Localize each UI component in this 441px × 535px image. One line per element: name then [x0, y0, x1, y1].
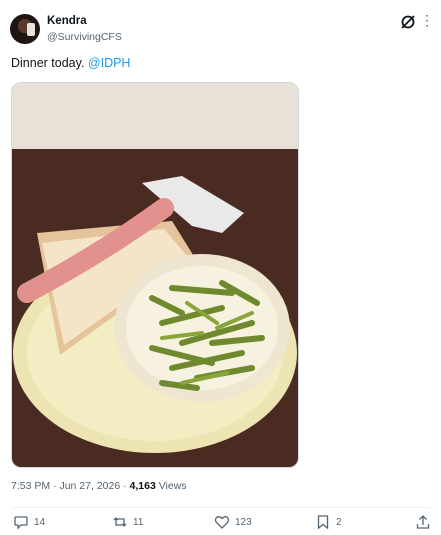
photo-counter	[12, 83, 298, 153]
like-count: 123	[235, 516, 252, 528]
more-icon[interactable]: ⋮	[420, 13, 434, 27]
divider	[11, 507, 431, 508]
reply-count: 14	[34, 516, 46, 528]
author-name[interactable]: Kendra	[47, 15, 87, 27]
reply-button[interactable]: 14	[13, 514, 45, 530]
retweet-icon	[113, 517, 127, 527]
share-icon	[416, 515, 430, 529]
tweet-body: Dinner today.	[11, 56, 85, 70]
bookmark-count: 2	[336, 516, 342, 528]
photo-dinner-tray	[12, 83, 298, 467]
share-button[interactable]	[415, 514, 431, 530]
bookmark-icon	[317, 515, 329, 530]
reply-icon	[14, 516, 28, 530]
retweet-button[interactable]: 11	[112, 514, 143, 530]
photo-bowl-inner	[126, 266, 278, 390]
mention-link[interactable]: @IDPH	[88, 56, 131, 70]
views-label: Views	[158, 480, 187, 492]
action-bar: 14 11 123 2	[11, 514, 431, 534]
grok-icon[interactable]	[399, 13, 417, 31]
like-icon	[214, 516, 230, 529]
tweet-date[interactable]: Jun 27, 2026	[59, 480, 120, 492]
views-count: 4,163	[129, 480, 156, 492]
avatar[interactable]	[10, 14, 40, 44]
like-button[interactable]: 123	[214, 514, 252, 530]
retweet-count: 11	[133, 516, 144, 528]
tweet-text: Dinner today. @IDPH	[11, 56, 130, 70]
bookmark-button[interactable]: 2	[315, 514, 342, 530]
tweet-meta: 7:53 PM · Jun 27, 2026 · 4,163 Views	[11, 480, 187, 492]
tweet: Kendra @SurvivingCFS ⋮ Dinner today. @ID…	[0, 0, 441, 535]
author-handle[interactable]: @SurvivingCFS	[47, 31, 122, 43]
tweet-photo[interactable]	[11, 82, 299, 468]
tweet-time[interactable]: 7:53 PM	[11, 480, 50, 492]
